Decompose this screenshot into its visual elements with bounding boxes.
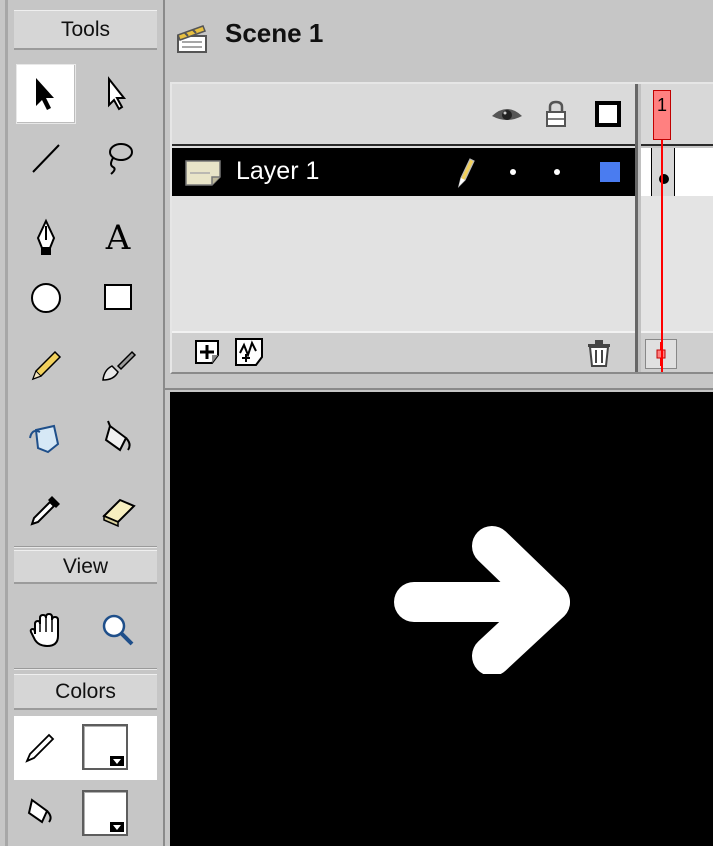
zoom-tool[interactable] [88,600,148,660]
brush-icon [102,350,137,381]
pencil-tool[interactable] [16,336,76,396]
layers-footer [172,331,635,372]
insert-guide-layer-icon[interactable] [234,337,268,369]
scene-bar: Scene 1 [165,0,713,78]
tools-header: Tools [14,10,157,50]
fill-color-row[interactable] [14,780,157,844]
outline-square-icon[interactable] [594,100,622,128]
trash-icon[interactable] [586,338,612,368]
brush-tool[interactable] [88,336,148,396]
clapperboard-icon [177,25,207,53]
frame-1-cell[interactable] [651,148,675,196]
eraser-tool[interactable] [88,480,148,540]
colors-header: Colors [14,674,157,710]
subselect-tool[interactable] [88,64,148,124]
ink-bottle-tool[interactable] [16,408,76,468]
layer-name[interactable]: Layer 1 [236,157,319,186]
lock-icon[interactable] [544,100,568,128]
magnifier-icon [102,614,134,646]
layers-empty-area [172,196,635,331]
eraser-icon [102,498,136,528]
frames-footer [641,331,713,372]
layer-row-1[interactable]: Layer 1 [172,148,635,196]
line-tool[interactable] [16,128,76,188]
tools-panel: Tools A View Colors [0,0,165,846]
line-icon [32,144,60,173]
view-divider [14,668,157,670]
flash-editor-window: Tools A View Colors Scene 1 Layer 1 1 [0,0,713,846]
arrow-tool[interactable] [16,64,76,124]
pencil-icon [31,350,62,381]
stage-canvas[interactable] [170,392,713,846]
layer-1-frames[interactable] [641,148,713,196]
timeline-stage-splitter[interactable] [165,374,713,390]
rectangle-tool[interactable] [88,268,148,328]
ink-bottle-icon [29,424,60,454]
edit-pencil-icon [457,158,475,188]
eyedropper-icon [30,496,60,526]
scene-title[interactable]: Scene 1 [225,18,323,49]
eyedropper-tool[interactable] [16,480,76,540]
playhead-line [661,140,663,372]
frames-empty-area [641,196,713,331]
oval-tool[interactable] [16,268,76,328]
tools-divider [14,546,157,548]
visibility-dot[interactable] [510,169,516,175]
pen-tool[interactable] [16,208,76,268]
text-tool-icon: A [105,218,131,258]
insert-layer-icon[interactable] [194,339,222,367]
stroke-pencil-icon [25,733,55,763]
playhead[interactable]: 1 [653,90,671,140]
stroke-color-row[interactable] [14,716,157,780]
fill-color-dropdown-icon [110,822,124,832]
frame-ruler[interactable]: 1 [641,84,713,146]
paint-bucket-tool[interactable] [88,408,148,468]
oval-icon [31,283,61,313]
frames-column: 1 [641,84,713,372]
paint-bucket-icon [104,420,131,452]
lock-dot[interactable] [554,169,560,175]
text-tool[interactable]: A [88,208,148,268]
arrow-icon [36,78,54,110]
view-header: View [14,550,157,584]
fill-color-swatch[interactable] [82,790,128,836]
hand-icon [29,612,59,648]
stroke-color-dropdown-icon [110,756,124,766]
stroke-color-swatch[interactable] [82,724,128,770]
pen-nib-icon [36,218,56,255]
subselect-arrow-icon [108,76,127,111]
lasso-tool[interactable] [88,128,148,188]
layers-column: Layer 1 [172,84,638,372]
hand-tool[interactable] [16,600,76,660]
fill-bucket-icon [27,798,52,824]
layer-page-icon [185,160,221,186]
timeline-panel: Layer 1 1 [170,82,713,374]
lasso-icon [109,143,133,175]
right-arrow-shape[interactable] [390,524,580,674]
rectangle-icon [104,284,132,310]
layers-header [172,84,635,146]
layer-outline-color[interactable] [600,162,620,182]
eye-icon[interactable] [490,102,524,126]
